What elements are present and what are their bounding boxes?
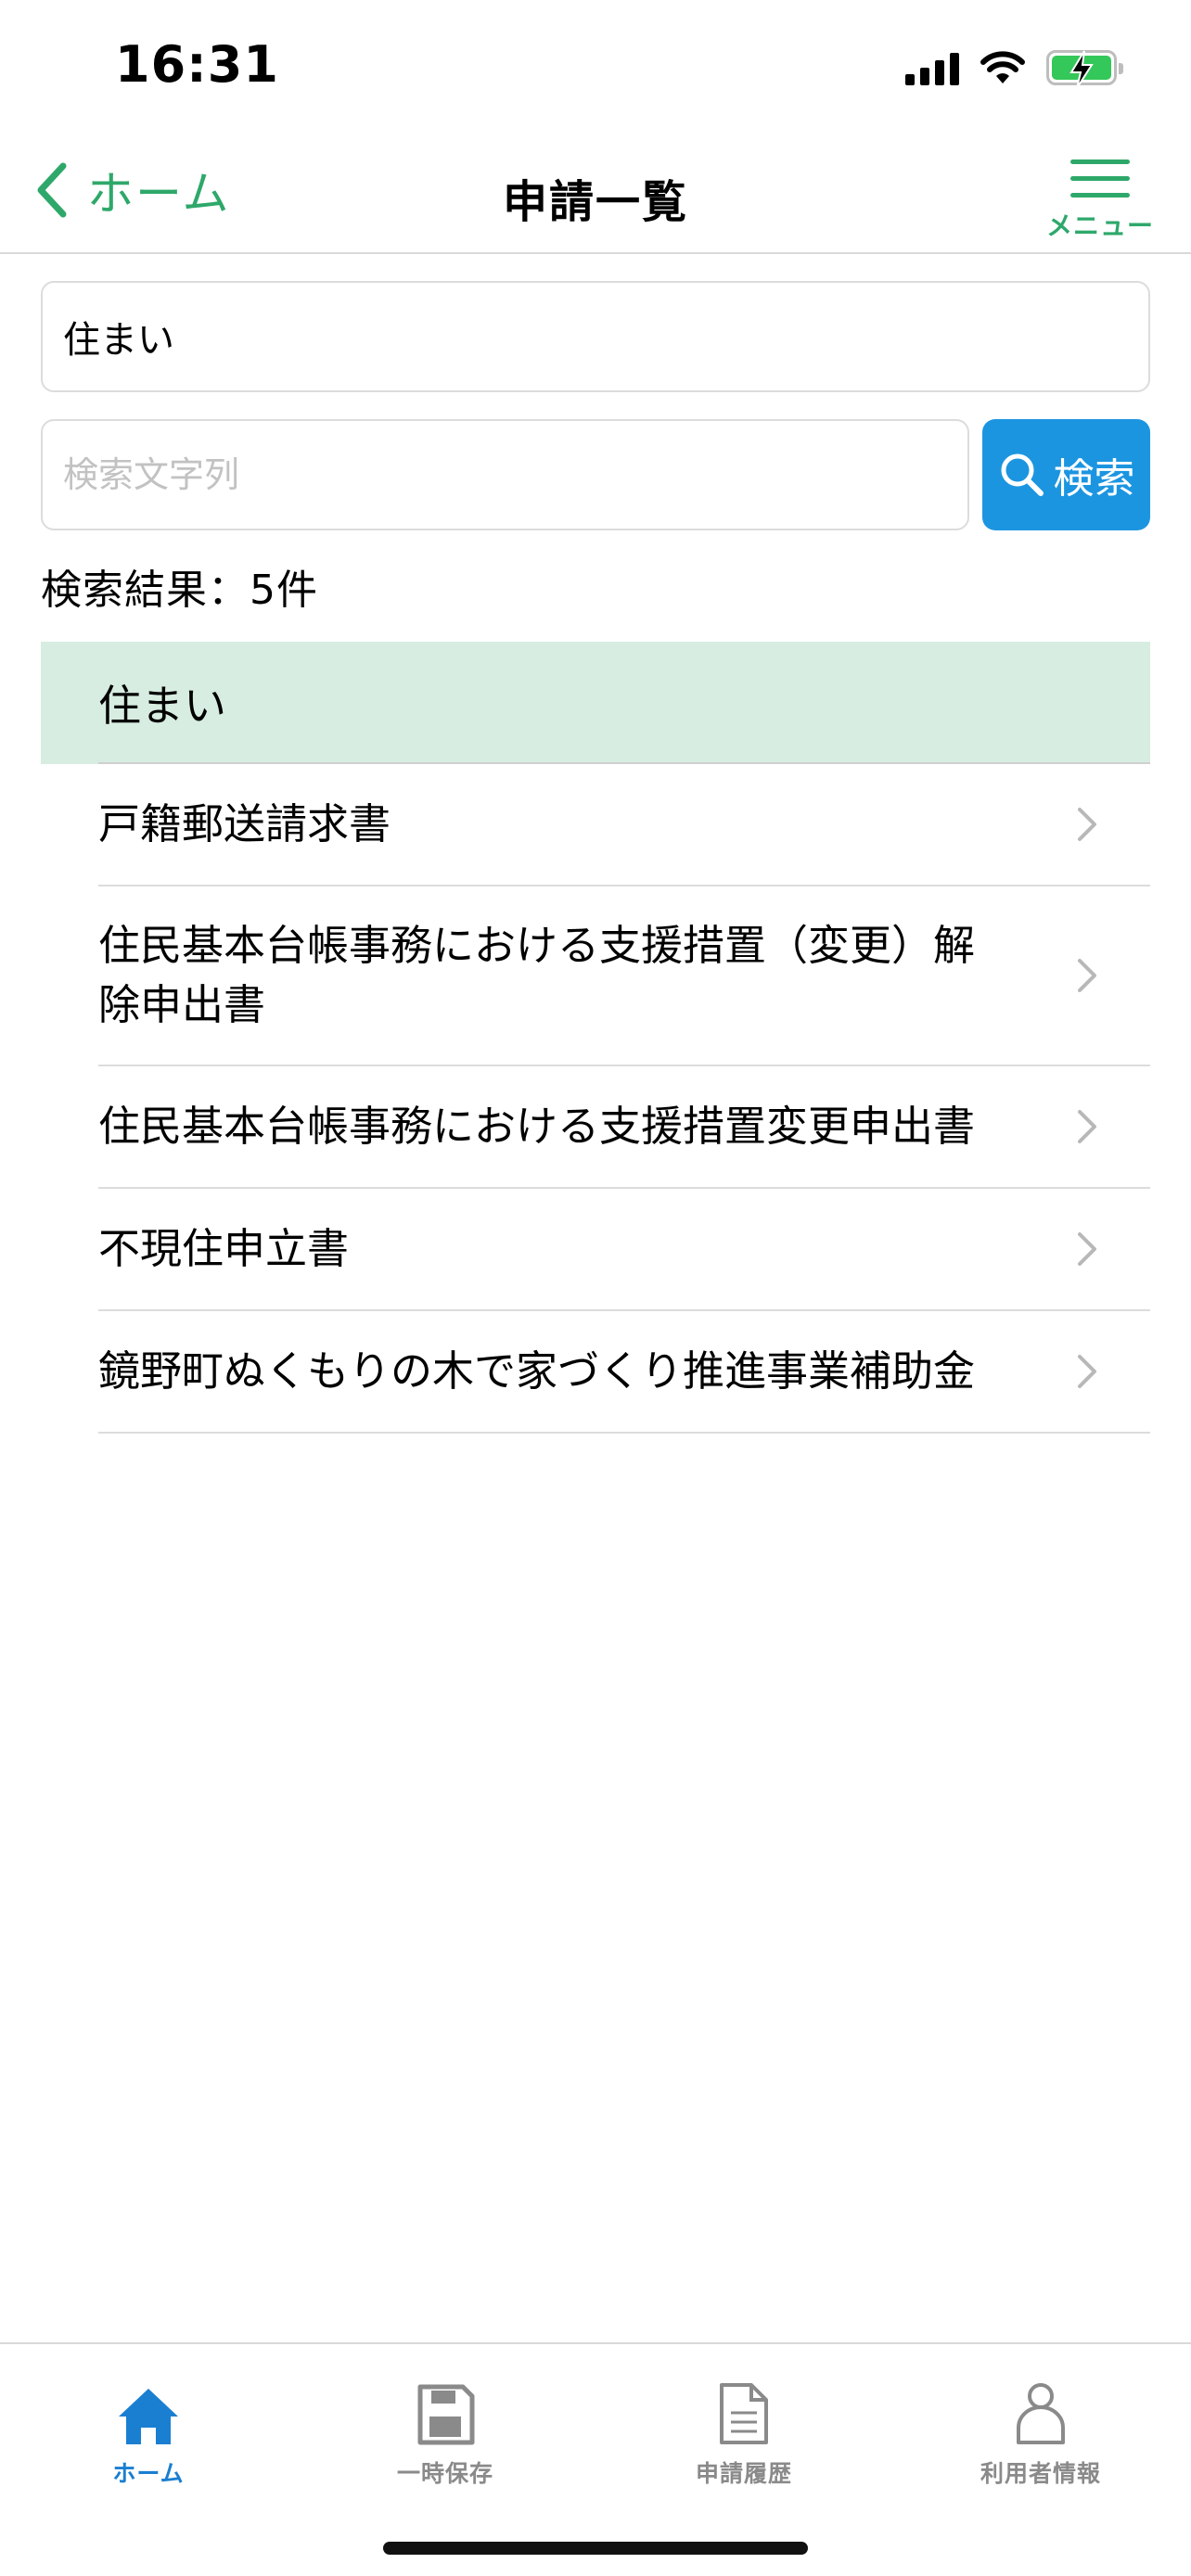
battery-charging-icon: [1046, 50, 1123, 89]
page-title: 申請一覧: [502, 176, 688, 228]
menu-button[interactable]: メニュー: [1044, 156, 1156, 241]
group-header: 住まい: [41, 642, 1150, 764]
result-list: 住まい 戸籍郵送請求書 住民基本台帳事務における支援措置（変更）解除申出書 住民…: [41, 642, 1150, 1434]
tab-application-history-label: 申請履歴: [695, 2460, 792, 2487]
search-icon: [1001, 453, 1044, 496]
list-item[interactable]: 鏡野町ぬくもりの木で家づくり推進事業補助金: [98, 1311, 1150, 1434]
menu-button-label: メニュー: [1045, 210, 1154, 241]
list-item-label: 不現住申立書: [98, 1224, 350, 1273]
save-icon: [417, 2384, 475, 2445]
list-item-label: 住民基本台帳事務における支援措置（変更）解除申出書: [98, 921, 976, 1029]
chevron-right-icon: [1078, 959, 1096, 992]
wifi-icon: [980, 51, 1025, 83]
tab-user-info[interactable]: 利用者情報: [948, 2379, 1133, 2489]
chevron-right-icon: [1078, 1355, 1096, 1388]
list-item[interactable]: 住民基本台帳事務における支援措置変更申出書: [98, 1066, 1150, 1189]
search-input[interactable]: [41, 419, 969, 530]
category-select[interactable]: 住まい: [41, 281, 1150, 392]
chevron-right-icon: [1078, 808, 1096, 841]
result-count: 検索結果：5件: [41, 567, 318, 614]
tab-home-label: ホーム: [112, 2460, 185, 2487]
tab-application-history[interactable]: 申請履歴: [651, 2379, 837, 2489]
list-item[interactable]: 住民基本台帳事務における支援措置（変更）解除申出書: [98, 886, 1150, 1066]
tab-temporary-save-label: 一時保存: [396, 2460, 493, 2487]
user-icon: [1017, 2383, 1065, 2444]
tab-home[interactable]: ホーム: [56, 2379, 241, 2489]
list-item-label: 戸籍郵送請求書: [98, 799, 391, 848]
chevron-right-icon: [1078, 1232, 1096, 1266]
list-item[interactable]: 戸籍郵送請求書: [98, 764, 1150, 886]
cellular-signal-icon: [905, 50, 959, 85]
status-time: 16:31: [115, 35, 279, 94]
tab-user-info-label: 利用者情報: [980, 2460, 1101, 2487]
home-indicator: [383, 2542, 808, 2555]
navigation-bar: ホーム 申請一覧 メニュー: [0, 130, 1191, 254]
status-bar: 16:31: [0, 0, 1191, 130]
list-item-label: 住民基本台帳事務における支援措置変更申出書: [98, 1102, 976, 1151]
screen: 16:31 ホーム 申請一覧 メニュー 住まい 検索文字列 検索 検索結果：5件…: [0, 0, 1191, 2576]
home-icon: [119, 2389, 178, 2444]
chevron-right-icon: [1078, 1110, 1096, 1143]
hamburger-icon: [1070, 156, 1130, 198]
tab-temporary-save[interactable]: 一時保存: [352, 2379, 538, 2489]
document-icon: [720, 2383, 768, 2444]
list-item-label: 鏡野町ぬくもりの木で家づくり推進事業補助金: [98, 1346, 976, 1396]
search-button[interactable]: 検索: [982, 419, 1150, 530]
list-item[interactable]: 不現住申立書: [98, 1189, 1150, 1311]
search-button-label: 検索: [1053, 455, 1135, 503]
status-icons: [905, 46, 1123, 89]
